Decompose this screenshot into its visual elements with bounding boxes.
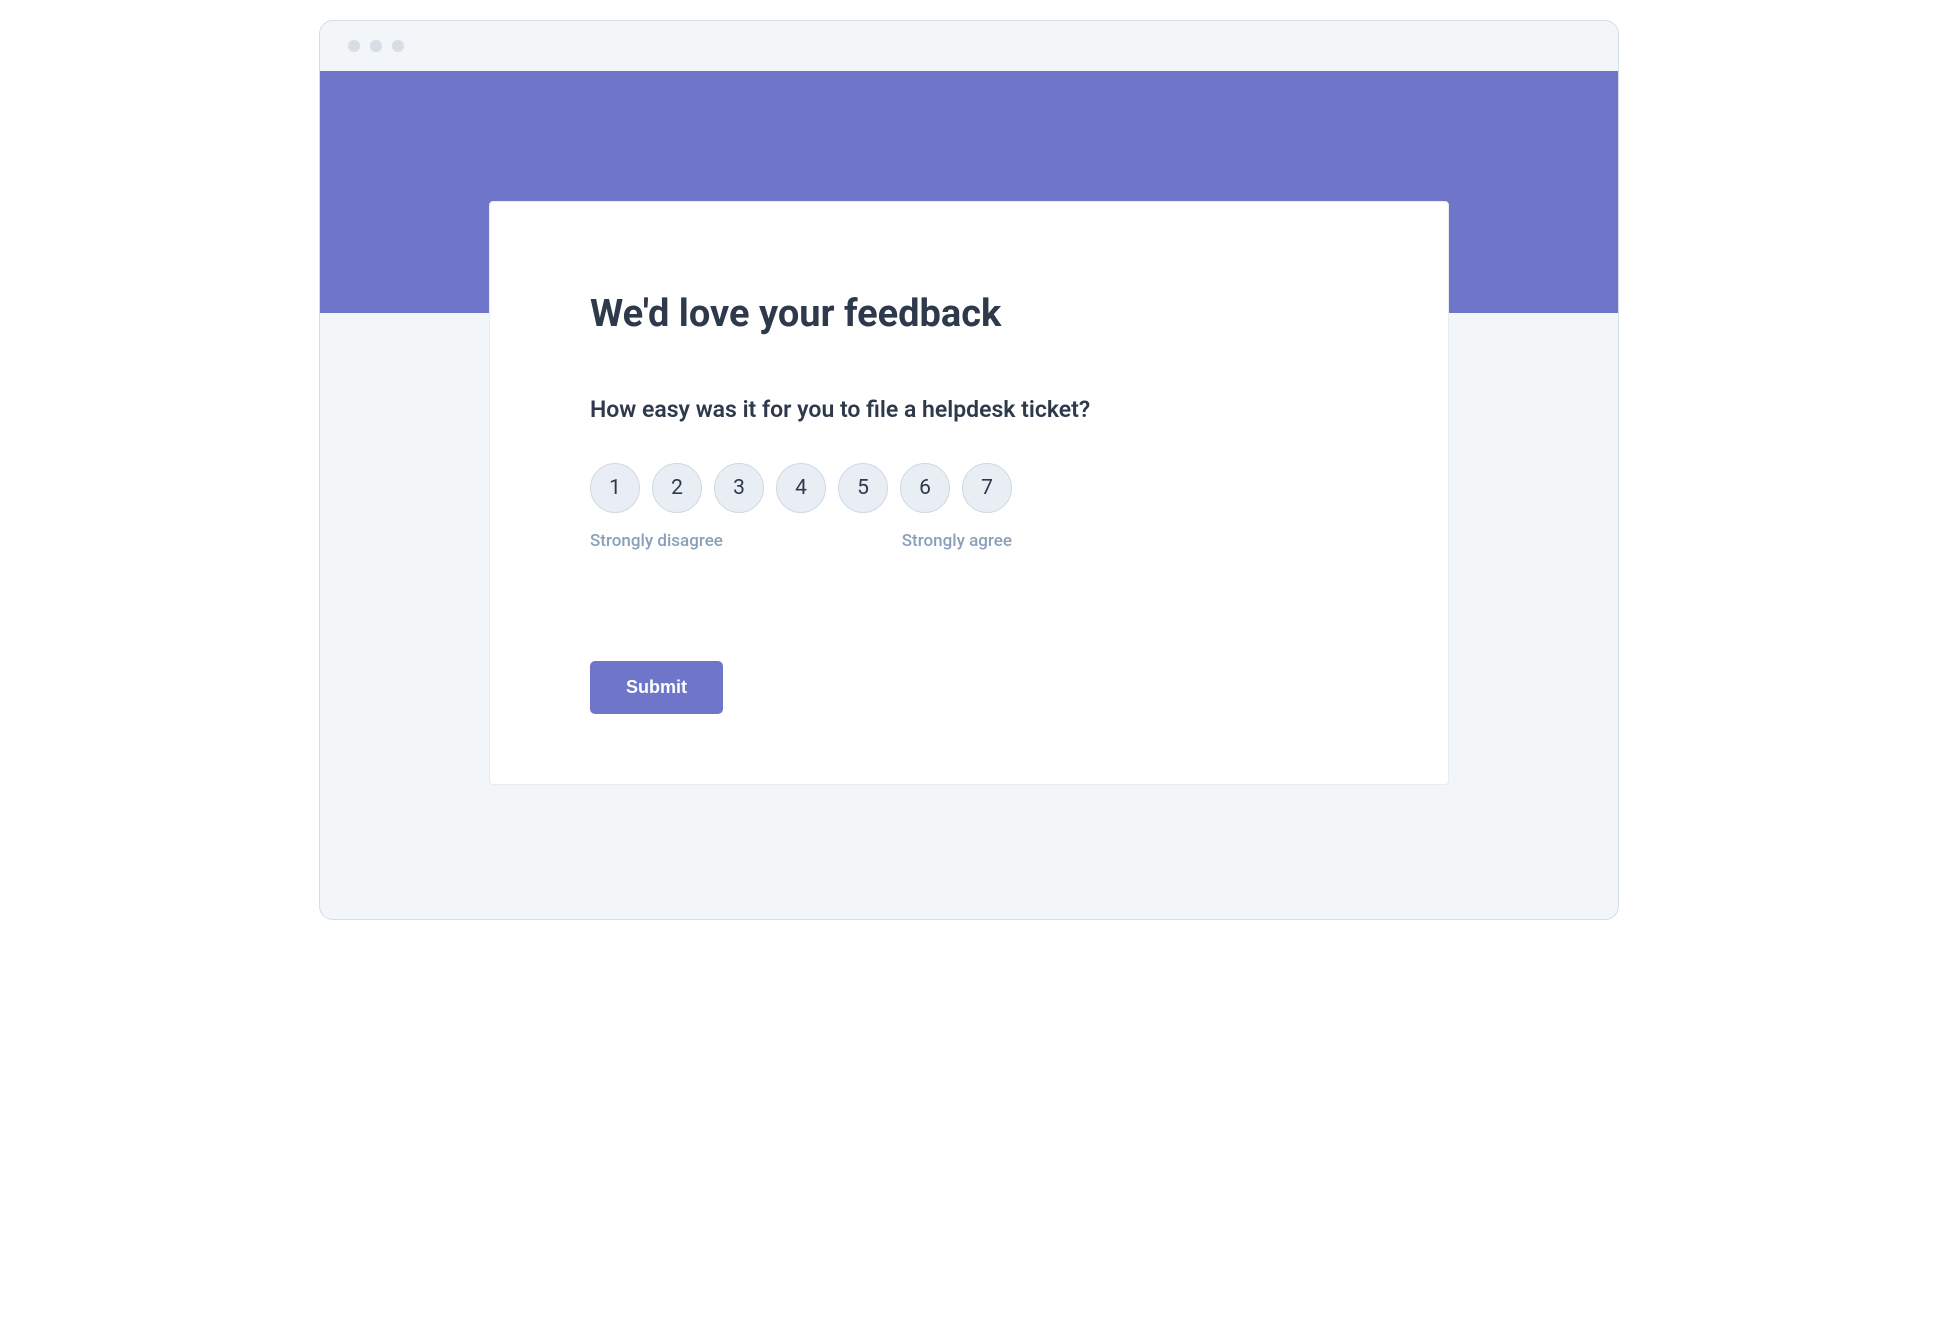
rating-low-label: Strongly disagree bbox=[590, 531, 723, 551]
survey-card: We'd love your feedback How easy was it … bbox=[489, 201, 1449, 785]
browser-window: We'd love your feedback How easy was it … bbox=[319, 20, 1619, 920]
rating-option-7[interactable]: 7 bbox=[962, 463, 1012, 513]
traffic-light-maximize-icon[interactable] bbox=[392, 40, 404, 52]
rating-anchor-labels: Strongly disagree Strongly agree bbox=[590, 531, 1012, 551]
rating-option-1[interactable]: 1 bbox=[590, 463, 640, 513]
traffic-light-close-icon[interactable] bbox=[348, 40, 360, 52]
browser-chrome bbox=[320, 21, 1618, 71]
rating-option-3[interactable]: 3 bbox=[714, 463, 764, 513]
rating-high-label: Strongly agree bbox=[902, 531, 1012, 551]
traffic-light-minimize-icon[interactable] bbox=[370, 40, 382, 52]
rating-option-4[interactable]: 4 bbox=[776, 463, 826, 513]
rating-option-5[interactable]: 5 bbox=[838, 463, 888, 513]
survey-question: How easy was it for you to file a helpde… bbox=[590, 396, 1348, 423]
rating-scale: 1 2 3 4 5 6 7 bbox=[590, 463, 1348, 513]
rating-option-6[interactable]: 6 bbox=[900, 463, 950, 513]
submit-button[interactable]: Submit bbox=[590, 661, 723, 714]
page-body: We'd love your feedback How easy was it … bbox=[320, 71, 1618, 919]
rating-option-2[interactable]: 2 bbox=[652, 463, 702, 513]
survey-title: We'd love your feedback bbox=[590, 292, 1348, 336]
